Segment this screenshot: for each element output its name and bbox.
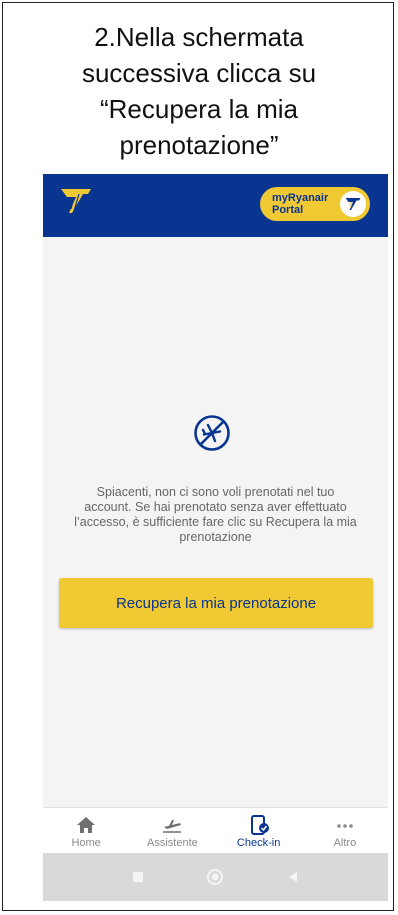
no-flights-icon [194,415,230,451]
myryanair-portal-button[interactable]: myRyanair Portal [260,187,370,221]
instruction-line: “Recupera la mia [100,94,298,124]
nav-label-home: Home [71,837,101,849]
instruction-line: 2.Nella schermata [94,22,304,52]
more-dots-icon [337,824,353,828]
portal-harp-badge [340,191,366,217]
nav-item-assistente[interactable]: Assistente [129,808,215,854]
portal-label-line2: Portal [272,204,304,216]
bottom-nav: Home Assistente Check-in Altro [43,807,388,854]
recover-booking-button[interactable]: Recupera la mia prenotazione [59,578,373,628]
ryanair-harp-icon[interactable] [59,185,93,217]
home-circle-icon[interactable] [206,868,224,886]
phone-check-icon [250,815,269,835]
portal-label-line1: myRyanair [272,192,329,204]
recents-square-icon[interactable] [131,870,145,884]
plane-takeoff-icon [163,820,182,833]
android-system-nav [43,853,388,901]
nav-label-assistente: Assistente [147,837,198,849]
portal-label: myRyanair Portal [272,192,336,216]
nav-item-checkin[interactable]: Check-in [216,808,302,854]
empty-state-message: Spiacenti, non ci sono voli prenotati ne… [74,485,357,544]
ryanair-harp-icon [345,198,361,210]
nav-item-altro[interactable]: Altro [302,808,388,854]
nav-item-home[interactable]: Home [43,808,129,854]
nav-label-altro: Altro [333,837,357,849]
nav-label-checkin: Check-in [236,837,281,849]
instruction-line: prenotazione” [119,130,279,160]
back-triangle-icon[interactable] [286,870,300,884]
phone-screen: myRyanair Portal Spiacenti, non ci sono … [43,174,388,901]
home-icon [77,817,96,833]
instruction-line: successiva clicca su [81,58,317,88]
app-header: myRyanair Portal [43,174,388,237]
instruction-text: 2.Nella schermata successiva clicca su “… [13,19,385,163]
